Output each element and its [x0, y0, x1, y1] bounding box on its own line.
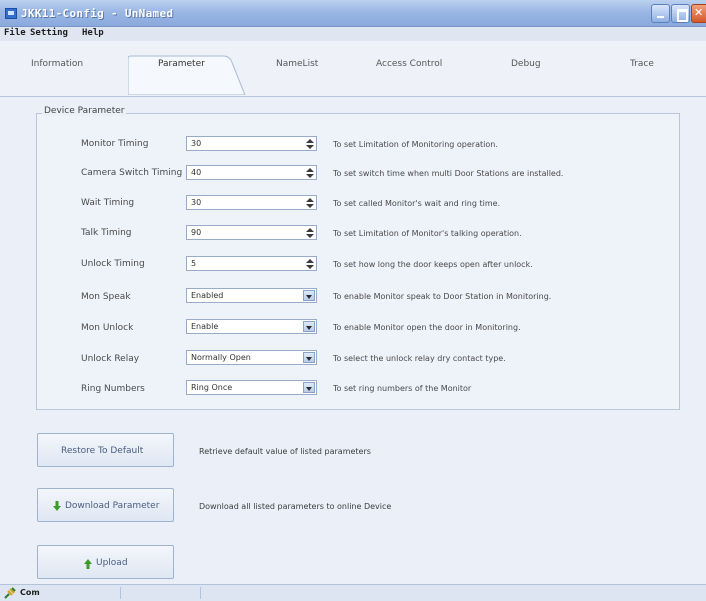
- unlock-relay-select[interactable]: Normally Open: [186, 350, 317, 365]
- camera-switch-timing-input[interactable]: 40: [186, 165, 317, 180]
- monitor-timing-input[interactable]: 30: [186, 136, 317, 151]
- upload-button[interactable]: Upload: [37, 545, 174, 579]
- status-bar: Com: [0, 584, 706, 601]
- chevron-down-icon[interactable]: [303, 352, 315, 363]
- field-value: 30: [191, 198, 202, 207]
- status-divider: [120, 587, 121, 599]
- button-label: Upload: [96, 558, 128, 568]
- param-label: Ring Numbers: [81, 384, 145, 394]
- talk-timing-input[interactable]: 90: [186, 225, 317, 240]
- group-title: Device Parameter: [42, 106, 127, 116]
- param-label: Unlock Timing: [81, 259, 145, 269]
- param-description: To select the unlock relay dry contact t…: [333, 354, 506, 363]
- param-label: Unlock Relay: [81, 354, 140, 364]
- param-description: To set how long the door keeps open afte…: [333, 260, 533, 269]
- param-description: To set Limitation of Monitor's talking o…: [333, 229, 522, 238]
- button-label: Download Parameter: [65, 501, 160, 511]
- param-label: Monitor Timing: [81, 139, 149, 149]
- spinner-arrows-icon[interactable]: [303, 196, 316, 209]
- menu-file[interactable]: File: [4, 28, 26, 38]
- menu-bar: File Setting Help: [0, 27, 706, 41]
- green-down-arrow-icon: [53, 501, 61, 511]
- restore-description: Retrieve default value of listed paramet…: [199, 447, 371, 456]
- field-value: Ring Once: [191, 383, 233, 392]
- tab-trace[interactable]: Trace: [630, 59, 654, 69]
- chevron-down-icon[interactable]: [303, 321, 315, 332]
- minimize-button[interactable]: [651, 4, 670, 23]
- param-label: Wait Timing: [81, 198, 135, 208]
- tab-parameter[interactable]: Parameter: [158, 59, 205, 69]
- param-label: Camera Switch Timing: [81, 168, 183, 178]
- param-description: To enable Monitor open the door in Monit…: [333, 323, 521, 332]
- ring-numbers-select[interactable]: Ring Once: [186, 380, 317, 395]
- field-value: Normally Open: [191, 353, 251, 362]
- window-title: JKK11-Config - UnNamed: [21, 7, 174, 20]
- spinner-arrows-icon[interactable]: [303, 226, 316, 239]
- mon-unlock-select[interactable]: Enable: [186, 319, 317, 334]
- menu-help[interactable]: Help: [82, 28, 104, 38]
- param-description: To set Limitation of Monitoring operatio…: [333, 140, 498, 149]
- download-description: Download all listed parameters to online…: [199, 502, 392, 511]
- app-window: JKK11-Config - UnNamed File Setting Help…: [0, 0, 706, 601]
- param-description: To set switch time when multi Door Stati…: [333, 169, 564, 178]
- connection-plug-icon: [4, 587, 16, 599]
- field-value: Enabled: [191, 291, 224, 300]
- tab-debug[interactable]: Debug: [511, 59, 541, 69]
- param-label: Talk Timing: [81, 228, 132, 238]
- param-description: To set called Monitor's wait and ring ti…: [333, 199, 501, 208]
- status-text: Com: [20, 588, 40, 597]
- title-bar: JKK11-Config - UnNamed: [0, 0, 706, 27]
- download-parameter-button[interactable]: Download Parameter: [37, 488, 174, 522]
- maximize-button[interactable]: [671, 4, 690, 23]
- param-description: To set ring numbers of the Monitor: [333, 384, 472, 393]
- param-description: To enable Monitor speak to Door Station …: [333, 292, 552, 301]
- field-value: 40: [191, 168, 202, 177]
- tab-strip: [0, 41, 706, 99]
- mon-speak-select[interactable]: Enabled: [186, 288, 317, 303]
- tab-access-control[interactable]: Access Control: [376, 59, 442, 69]
- param-label: Mon Unlock: [81, 323, 134, 333]
- spinner-arrows-icon[interactable]: [303, 257, 316, 270]
- status-divider: [200, 587, 201, 599]
- menu-setting[interactable]: Setting: [30, 28, 68, 38]
- restore-default-button[interactable]: Restore To Default: [37, 433, 174, 467]
- field-value: 5: [191, 259, 197, 268]
- unlock-timing-input[interactable]: 5: [186, 256, 317, 271]
- chevron-down-icon[interactable]: [303, 290, 315, 301]
- app-icon: [5, 8, 17, 19]
- close-button[interactable]: [691, 4, 706, 23]
- chevron-down-icon[interactable]: [303, 382, 315, 393]
- field-value: 30: [191, 139, 202, 148]
- field-value: Enable: [191, 322, 219, 331]
- tab-information[interactable]: Information: [31, 59, 83, 69]
- field-value: 90: [191, 228, 202, 237]
- spinner-arrows-icon[interactable]: [303, 166, 316, 179]
- green-up-arrow-icon: [84, 559, 92, 569]
- button-label: Restore To Default: [61, 446, 144, 456]
- param-label: Mon Speak: [81, 292, 131, 302]
- wait-timing-input[interactable]: 30: [186, 195, 317, 210]
- spinner-arrows-icon[interactable]: [303, 137, 316, 150]
- tab-namelist[interactable]: NameList: [276, 59, 318, 69]
